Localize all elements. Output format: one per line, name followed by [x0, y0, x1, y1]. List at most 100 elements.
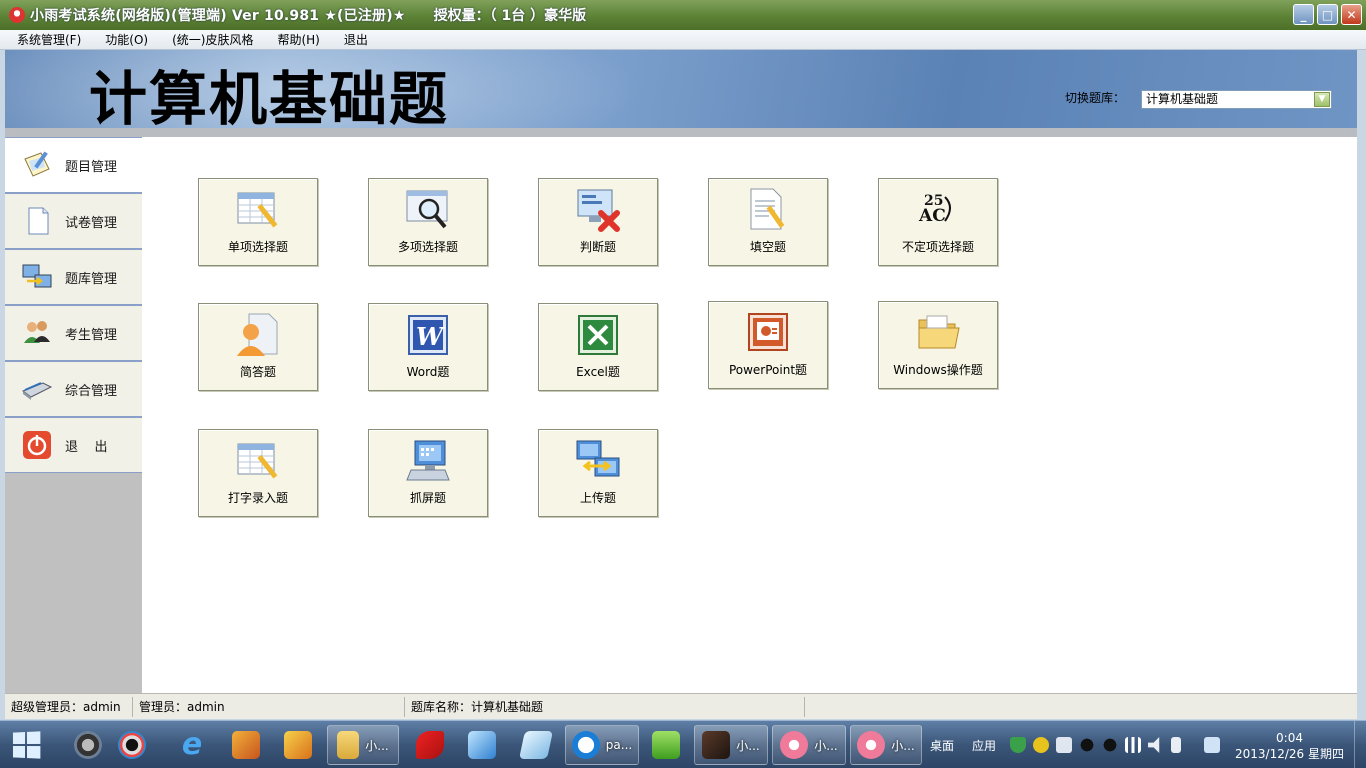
desktop-toolbar-label[interactable]: 桌面 [930, 737, 954, 754]
sidebar-item-bank-management[interactable]: 题库管理 [5, 249, 142, 305]
tile-word[interactable]: W Word题 [368, 303, 488, 391]
tile-short-answer[interactable]: 简答题 [198, 303, 318, 391]
question-type-panel: 单项选择题 多项选择题 判断题 填空题 25 AC 不定项选择题 简答题 W W… [142, 137, 1357, 693]
sidebar-item-label: 退 出 [65, 439, 108, 455]
question-bank-title: 计算机基础题 [89, 65, 450, 128]
users-icon [21, 317, 53, 349]
taskbar-app-folder[interactable]: 小... [327, 725, 399, 765]
powerpoint-icon [745, 310, 791, 356]
tile-label: 单项选择题 [227, 240, 288, 254]
taskbar-app-browser[interactable]: pa... [565, 725, 639, 765]
menu-function[interactable]: 功能(O) [98, 31, 155, 48]
window-controls: _ □ ✕ [1293, 4, 1362, 25]
menu-bar: 系统管理(F) 功能(O) (统一)皮肤风格 帮助(H) 退出 [0, 30, 1366, 50]
maximize-button[interactable]: □ [1317, 4, 1338, 25]
taskbar-app-swiss-knife[interactable] [410, 725, 450, 765]
qq-icon[interactable] [1102, 737, 1119, 753]
tile-label: 填空题 [749, 240, 786, 254]
taskbar-app-xiaoyu-2[interactable]: 小... [850, 725, 922, 765]
license-info: 授权量：（ 1台 ）豪华版 [433, 8, 587, 24]
sidebar-item-student-management[interactable]: 考生管理 [5, 305, 142, 361]
tools-icon [284, 731, 312, 759]
taskbar-app-ie[interactable]: e [172, 725, 212, 765]
status-bar: 超级管理员：admin 管理员：admin 题库名称：计算机基础题 [5, 693, 1357, 719]
tile-powerpoint[interactable]: PowerPoint题 [708, 301, 828, 389]
browser-e-icon [571, 731, 600, 759]
status-bank-name: 题库名称：计算机基础题 [405, 696, 805, 717]
shield-icon[interactable] [1010, 737, 1027, 753]
taskbar-app-photo[interactable]: 小... [694, 725, 768, 765]
sidebar-item-label: 题库管理 [65, 271, 118, 287]
folder-icon [915, 310, 961, 356]
person-document-icon [235, 312, 281, 358]
tile-label: 抓屏题 [409, 491, 446, 505]
menu-skin[interactable]: (统一)皮肤风格 [165, 31, 260, 48]
menu-exit[interactable]: 退出 [337, 31, 375, 48]
window-titlebar: 小雨考试系统(网络版)(管理端) Ver 10.981 ★(已注册)★ 授权量：… [0, 0, 1366, 30]
tile-label: Windows操作题 [893, 363, 983, 377]
menu-help[interactable]: 帮助(H) [270, 31, 326, 48]
header-banner: 计算机基础题 切换题库： 计算机基础题 ▼ [5, 50, 1357, 128]
app-logo-icon [9, 7, 25, 23]
taskbar-app-tools[interactable] [278, 725, 318, 765]
question-bank-select[interactable]: 计算机基础题 ▼ [1141, 90, 1332, 109]
folder-icon [337, 731, 360, 759]
qq-icon[interactable] [1079, 737, 1096, 753]
battery-icon[interactable] [1171, 737, 1182, 753]
close-button[interactable]: ✕ [1341, 4, 1362, 25]
sidebar-item-label: 题目管理 [65, 159, 118, 175]
sidebar-item-label: 考生管理 [65, 327, 118, 343]
tile-indefinite-choice[interactable]: 25 AC 不定项选择题 [878, 178, 998, 266]
header-separator [5, 128, 1357, 137]
document-pencil-icon [745, 187, 791, 233]
tile-single-choice[interactable]: 单项选择题 [198, 178, 318, 266]
tile-label: 打字录入题 [227, 491, 288, 505]
taskbar-app-package[interactable] [226, 725, 266, 765]
monitor-cross-icon [575, 187, 621, 233]
taskbar-app-hao123[interactable] [648, 725, 684, 765]
status-empty [805, 697, 1345, 717]
clock-time: 0:04 [1276, 731, 1303, 745]
ie-icon: e [181, 727, 203, 762]
tile-screen-capture[interactable]: 抓屏题 [368, 429, 488, 517]
tile-multiple-choice[interactable]: 多项选择题 [368, 178, 488, 266]
sidebar-item-general-management[interactable]: 综合管理 [5, 361, 142, 417]
sidebar-item-exit[interactable]: 退 出 [5, 417, 142, 473]
minimize-button[interactable]: _ [1293, 4, 1314, 25]
menu-system[interactable]: 系统管理(F) [10, 31, 88, 48]
tile-fill-blank[interactable]: 填空题 [708, 178, 828, 266]
chevron-down-icon[interactable]: ▼ [1314, 92, 1330, 107]
abc-sort-icon: 25 AC [915, 187, 961, 233]
tile-label: Word题 [406, 365, 450, 379]
app-toolbar-label[interactable]: 应用 [972, 737, 996, 754]
network-signal-icon[interactable] [1125, 737, 1142, 753]
clock[interactable]: 0:04 2013/12/26 星期四 [1235, 730, 1344, 762]
taskbar-app-notebook[interactable] [516, 725, 556, 765]
volume-icon[interactable] [1148, 737, 1160, 753]
svg-text:AC: AC [918, 206, 946, 226]
tile-upload[interactable]: 上传题 [538, 429, 658, 517]
taskbar-app-sogou[interactable] [70, 725, 106, 765]
show-desktop-button[interactable] [1354, 721, 1366, 768]
taskbar-app-xiaoyu-1[interactable]: 小... [772, 725, 846, 765]
ime-icon[interactable] [1204, 737, 1221, 753]
tile-typing[interactable]: 打字录入题 [198, 429, 318, 517]
tile-excel[interactable]: Excel题 [538, 303, 658, 391]
cube-icon [468, 731, 496, 759]
question-bank-select-value: 计算机基础题 [1146, 92, 1219, 106]
status-super-admin: 超级管理员：admin [5, 696, 133, 717]
typing-form-icon [235, 438, 281, 484]
power-icon [21, 429, 53, 461]
sidebar-item-paper-management[interactable]: 试卷管理 [5, 193, 142, 249]
switch-bank-label: 切换题库： [1065, 91, 1126, 105]
sidebar-item-question-management[interactable]: 题目管理 [5, 137, 142, 193]
tile-windows-operation[interactable]: Windows操作题 [878, 301, 998, 389]
taskbar-app-camera[interactable] [114, 725, 150, 765]
tile-label: 多项选择题 [397, 240, 458, 254]
tile-label: 判断题 [579, 240, 616, 254]
flag-icon[interactable] [1056, 737, 1073, 753]
windows-start-icon[interactable] [8, 726, 47, 765]
taskbar-app-cube[interactable] [462, 725, 502, 765]
plus-icon[interactable] [1033, 737, 1050, 753]
tile-true-false[interactable]: 判断题 [538, 178, 658, 266]
